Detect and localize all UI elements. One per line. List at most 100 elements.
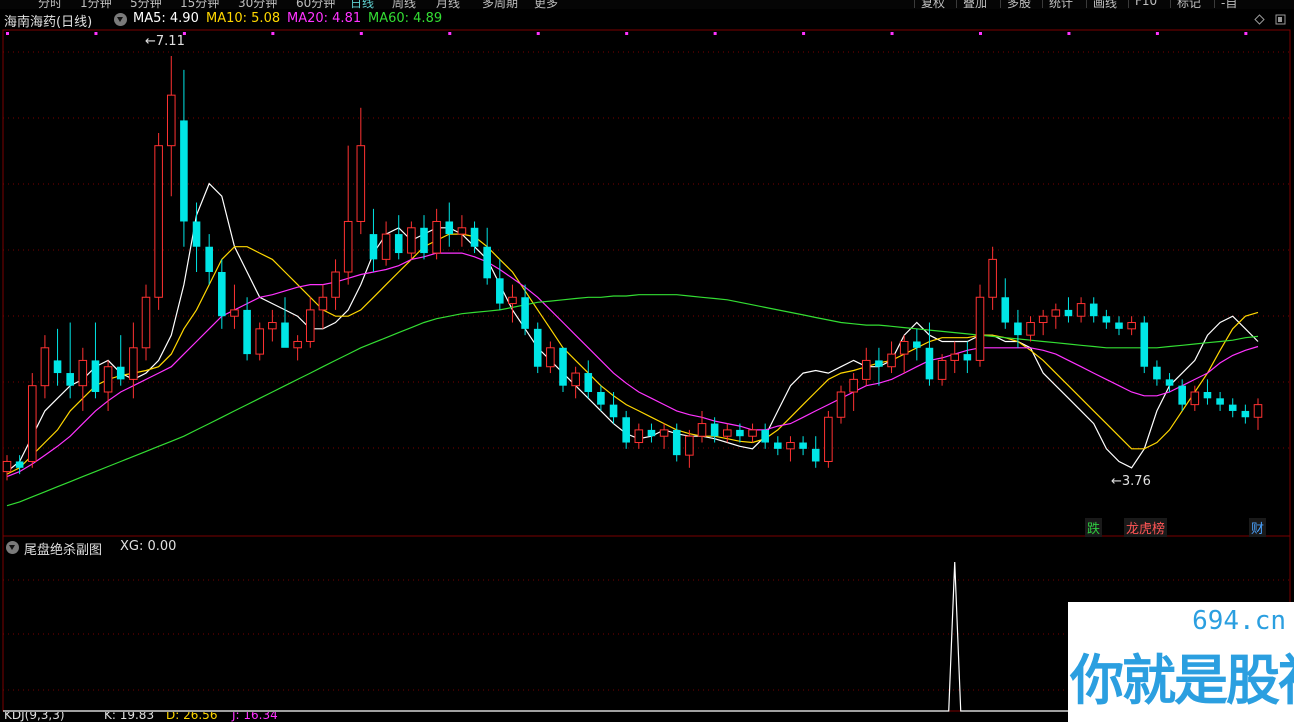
signal-marker xyxy=(359,32,363,35)
badge-dragon-tiger[interactable]: 龙虎榜 xyxy=(1124,518,1168,537)
candle-body xyxy=(420,227,428,254)
ma20-line xyxy=(6,252,1259,478)
candle-body xyxy=(343,220,353,273)
candle-body xyxy=(192,221,201,247)
candle-body xyxy=(369,234,378,260)
candle-body xyxy=(963,354,972,361)
candle-body xyxy=(1051,309,1061,317)
signal-marker xyxy=(1067,32,1071,35)
signal-marker xyxy=(890,32,894,35)
sub-chart-title: 尾盘绝杀副图 xyxy=(24,543,103,558)
candle-body xyxy=(331,271,340,298)
candle-body xyxy=(27,385,37,462)
candle-body xyxy=(205,246,213,272)
candle-body xyxy=(899,340,909,355)
candle-body xyxy=(91,360,100,392)
candle-body xyxy=(975,296,985,361)
candle-body xyxy=(116,366,125,380)
sub-chart-header: 尾盘绝杀副图 XG: 0.00 xyxy=(0,539,600,558)
candle-body xyxy=(166,94,176,147)
candle-body xyxy=(1253,404,1263,418)
candle-body xyxy=(78,359,88,387)
candle-body xyxy=(1127,322,1136,330)
candle-body xyxy=(887,353,896,368)
candle-body xyxy=(559,347,567,386)
candle-body xyxy=(1038,315,1048,324)
signal-marker xyxy=(1244,32,1248,35)
signal-marker xyxy=(979,32,982,35)
candle-body xyxy=(2,460,12,473)
kdj-title: KDJ(9,3,3) xyxy=(4,712,65,722)
candle-body xyxy=(496,278,504,304)
xg-value: XG: 0.00 xyxy=(120,539,177,554)
candle-body xyxy=(243,309,251,355)
candle-body xyxy=(1140,322,1149,367)
candle-body xyxy=(483,246,491,279)
candle-body xyxy=(1026,322,1035,336)
candle-body xyxy=(736,429,744,437)
candle-body xyxy=(937,359,947,380)
candle-body xyxy=(1165,379,1174,386)
candle-body xyxy=(268,322,277,330)
candle-body xyxy=(748,429,757,437)
low-price-label: ←3.76 xyxy=(1111,474,1151,489)
candle-body xyxy=(1228,404,1237,411)
candle-body xyxy=(811,448,820,462)
candle-body xyxy=(1115,322,1123,329)
high-price-label: ←7.11 xyxy=(145,34,185,49)
candle-body xyxy=(407,227,416,254)
candle-body xyxy=(432,220,441,254)
candle-body xyxy=(180,120,188,222)
candle-body xyxy=(457,227,467,235)
candle-body xyxy=(103,366,113,393)
ma10-line xyxy=(6,233,1259,475)
candle-body xyxy=(950,353,960,361)
candle-body xyxy=(913,341,921,348)
candle-body xyxy=(1001,297,1010,323)
candle-body xyxy=(154,145,163,298)
candle-body xyxy=(318,296,328,311)
candle-body xyxy=(1076,303,1086,317)
signal-marker xyxy=(713,32,717,35)
candle-body xyxy=(508,296,517,305)
main-plot-frame xyxy=(2,29,1291,537)
candle-body xyxy=(925,347,934,380)
candle-body xyxy=(255,328,265,355)
candle-body xyxy=(230,309,239,317)
candle-body xyxy=(293,340,302,349)
candle-body xyxy=(786,442,795,450)
candle-body xyxy=(1241,410,1250,418)
candle-body xyxy=(799,442,807,449)
signal-marker xyxy=(802,32,806,35)
candle-body xyxy=(1216,398,1224,405)
candle-body xyxy=(521,297,529,329)
candle-body xyxy=(533,328,542,367)
signal-marker xyxy=(1155,32,1159,35)
signal-marker xyxy=(625,32,629,35)
candle-body xyxy=(66,373,74,386)
candle-body xyxy=(53,360,62,374)
candle-body xyxy=(1178,385,1186,405)
candle-body xyxy=(1190,391,1200,406)
candle-body xyxy=(15,461,24,468)
badge-finance[interactable]: 财 xyxy=(1249,518,1267,537)
candle-body xyxy=(659,429,669,437)
chevron-down-icon[interactable] xyxy=(6,541,19,554)
kdj-k: K: 19.83 xyxy=(104,712,155,722)
candle-body xyxy=(218,272,226,317)
badge-fall[interactable]: 跌 xyxy=(1085,518,1103,537)
candle-body xyxy=(861,359,871,380)
candle-body xyxy=(836,391,846,418)
candle-body xyxy=(1102,316,1111,323)
kdj-j: J: 16.34 xyxy=(232,712,278,722)
candle-body xyxy=(40,347,50,387)
candle-body xyxy=(1153,366,1161,380)
candle-body xyxy=(381,233,391,260)
kdj-header: KDJ(9,3,3) K: 19.83 D: 26.56 J: 16.34 xyxy=(0,712,1070,722)
candle-body xyxy=(634,429,644,444)
candle-body xyxy=(672,429,681,456)
candle-body xyxy=(697,423,707,437)
candle-body xyxy=(1203,392,1212,399)
watermark-slogan: 你就是股神 xyxy=(1070,649,1294,712)
candle-body xyxy=(824,416,833,462)
